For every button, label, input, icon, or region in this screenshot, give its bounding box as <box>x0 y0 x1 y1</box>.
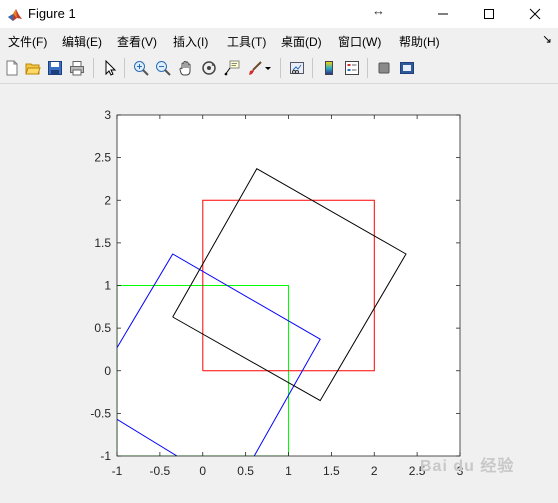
close-icon <box>529 8 541 20</box>
data-cursor-button[interactable] <box>221 57 243 79</box>
toolbar-separator <box>280 58 281 78</box>
minimize-button[interactable] <box>420 0 466 28</box>
pointer-button[interactable] <box>99 57 121 79</box>
colorbar-icon <box>325 61 333 75</box>
toolbar-separator <box>367 58 368 78</box>
hide-plot-tools-button[interactable] <box>373 57 395 79</box>
legend-button[interactable] <box>341 57 363 79</box>
menu-help[interactable]: 帮助(H) <box>399 33 440 50</box>
zoom-in-button[interactable] <box>130 57 152 79</box>
menu-edit[interactable]: 编辑(E) <box>62 33 102 50</box>
menu-insert[interactable]: 插入(I) <box>173 33 208 50</box>
plot-axes[interactable]: -1 -0.5 0 0.5 1 1.5 2 2.5 3-1-0.500.511.522.53 <box>0 84 558 503</box>
matlab-logo-icon <box>7 6 23 22</box>
minimize-icon <box>438 13 448 15</box>
pan-icon <box>179 61 191 76</box>
print-button[interactable] <box>66 57 88 79</box>
menu-desktop[interactable]: 桌面(D) <box>281 33 322 50</box>
figure-canvas: -1 -0.5 0 0.5 1 1.5 2 2.5 3 -1 -0.5 0 0.5 1 1.5 2 2.5 3 <box>0 84 558 503</box>
y-tick-label: 1.5 <box>94 236 111 250</box>
toolbar-separator <box>124 58 125 78</box>
dock-arrow-icon[interactable]: ↘ <box>542 32 552 46</box>
y-tick-label: 0 <box>104 364 111 378</box>
zoom-out-icon <box>156 61 171 76</box>
watermark-text: Bai du 经验 <box>420 458 515 475</box>
title-bar: Figure 1 ↔ <box>0 0 558 28</box>
brush-icon <box>249 61 262 75</box>
x-tick-label: 2 <box>371 464 378 478</box>
open-file-button[interactable] <box>22 57 44 79</box>
x-tick-label: 0.5 <box>237 464 254 478</box>
y-tick-label: -1 <box>100 449 111 463</box>
toolbar-separator <box>312 58 313 78</box>
x-tick-label: -0.5 <box>150 464 171 478</box>
x-tick-label: -1 <box>112 464 123 478</box>
menu-window[interactable]: 窗口(W) <box>338 33 381 50</box>
pan-button[interactable] <box>175 57 197 79</box>
link-plot-icon <box>290 62 304 74</box>
y-tick-label: 2.5 <box>94 151 111 165</box>
chevron-down-icon <box>265 67 271 70</box>
y-tick-label: -0.5 <box>90 406 111 420</box>
maximize-icon <box>484 9 494 19</box>
menu-tools[interactable]: 工具(T) <box>227 33 266 50</box>
y-tick-label: 2 <box>104 193 111 207</box>
y-tick-label: 3 <box>104 108 111 122</box>
figure-toolbar <box>0 53 558 84</box>
close-button[interactable] <box>512 0 558 28</box>
save-icon <box>48 61 62 75</box>
zoom-out-button[interactable] <box>152 57 174 79</box>
rotate-3d-icon <box>202 61 216 75</box>
save-button[interactable] <box>44 57 66 79</box>
maximize-button[interactable] <box>466 0 512 28</box>
colorbar-button[interactable] <box>318 57 340 79</box>
menu-view[interactable]: 查看(V) <box>117 33 157 50</box>
x-tick-label: 0 <box>199 464 206 478</box>
print-icon <box>70 61 84 76</box>
menu-bar: 文件(F) 编辑(E) 查看(V) 插入(I) 工具(T) 桌面(D) 窗口(W… <box>0 28 558 52</box>
legend-icon <box>345 61 359 75</box>
rotate-3d-button[interactable] <box>198 57 220 79</box>
zoom-in-icon <box>134 61 149 76</box>
brush-dropdown-button[interactable] <box>262 57 274 79</box>
toolbar-separator <box>93 58 94 78</box>
new-figure-button[interactable] <box>1 57 23 79</box>
y-tick-label: 0.5 <box>94 321 111 335</box>
show-plot-tools-icon <box>400 62 414 74</box>
x-tick-label: 1.5 <box>323 464 340 478</box>
open-file-icon <box>25 63 41 75</box>
y-tick-label: 1 <box>104 279 111 293</box>
resize-icon: ↔ <box>372 3 385 18</box>
menu-file[interactable]: 文件(F) <box>8 33 47 50</box>
show-plot-tools-button[interactable] <box>396 57 418 79</box>
window-title: Figure 1 <box>28 6 76 21</box>
x-tick-label: 1 <box>285 464 292 478</box>
data-cursor-icon <box>224 60 240 76</box>
link-plot-button[interactable] <box>286 57 308 79</box>
pointer-icon <box>105 60 117 76</box>
hide-plot-tools-icon <box>378 62 390 74</box>
new-figure-icon <box>6 60 18 76</box>
